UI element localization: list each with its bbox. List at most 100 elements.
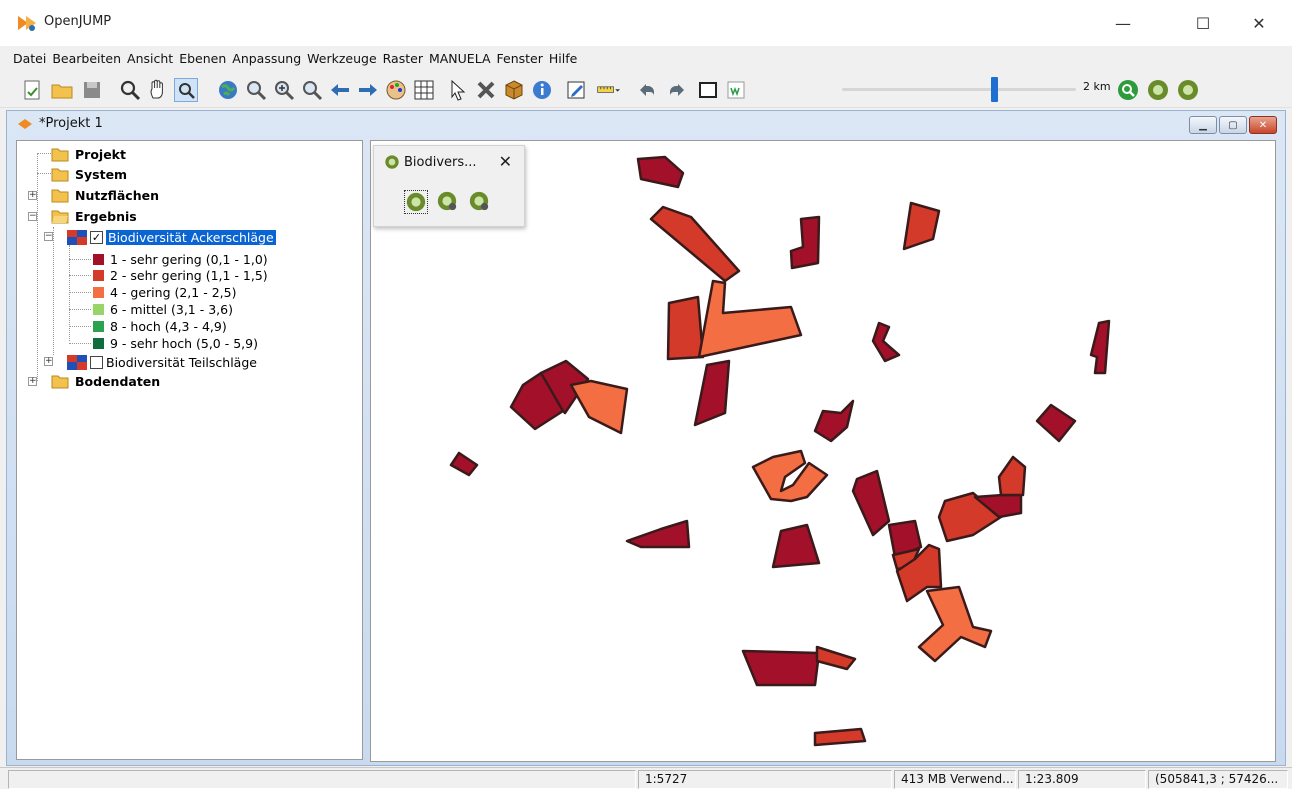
legend-swatch [93,303,104,315]
menu-ansicht[interactable]: Ansicht [124,51,176,66]
undo-icon[interactable] [636,78,660,102]
zoom-slider-track[interactable] [842,88,1076,91]
open-folder-icon[interactable] [50,78,74,102]
minimize-button[interactable]: — [1100,8,1146,38]
expand-toggle[interactable]: + [28,191,37,200]
layer-biodiversitaet-ackerschlaege[interactable]: ✓ Biodiversität Ackerschläge [67,228,276,246]
menu-anpassung[interactable]: Anpassung [229,51,304,66]
biodiversity-export-button[interactable] [468,190,492,214]
menu-bar: Datei Bearbeiten Ansicht Ebenen Anpassun… [0,46,1292,70]
field-polygon [649,205,741,283]
arrow-right-icon[interactable] [356,78,380,102]
zoom-extent-icon[interactable] [244,78,268,102]
status-bar: 1:5727 413 MB Verwend... 1:23.809 (50584… [0,767,1292,789]
field-polygon [751,449,829,503]
legend-item: 8 - hoch (4,3 - 4,9) [93,317,227,335]
field-polygon [813,399,855,443]
info-icon[interactable] [530,78,554,102]
biodiversity-toolbar-popup: Biodivers... ✕ [373,145,525,227]
arrow-left-icon[interactable] [328,78,352,102]
redo-icon[interactable] [664,78,688,102]
legend-swatch [93,320,104,332]
popup-title: Biodivers... [404,155,477,170]
search-green-icon[interactable] [1116,78,1140,102]
collapse-toggle[interactable]: − [44,232,53,241]
field-polygon [771,523,821,569]
map-view[interactable] [370,140,1276,762]
zoom-icon[interactable] [118,78,142,102]
layer-biodiversitaet-teilschlaege[interactable]: Biodiversität Teilschläge [67,353,257,371]
title-bar: OpenJUMP — ☐ ✕ [0,0,1292,46]
globe-icon[interactable] [216,78,240,102]
frame-restore-button[interactable]: ▢ [1219,116,1247,134]
zoom-slider-thumb[interactable] [990,77,998,102]
expand-toggle[interactable]: + [44,357,53,366]
tree-item-system[interactable]: System [51,165,127,183]
zoom-in-icon[interactable] [272,78,296,102]
field-polygon [449,451,479,477]
map-canvas[interactable] [371,141,1276,762]
menu-datei[interactable]: Datei [10,51,49,66]
status-message [8,770,636,789]
folder-icon [51,375,69,389]
wms-icon[interactable] [724,78,748,102]
palette-icon[interactable] [384,78,408,102]
popup-close-button[interactable]: ✕ [499,152,512,171]
folder-icon [51,189,69,203]
new-project-icon[interactable] [20,78,44,102]
biodiversity-calc-button[interactable] [404,190,428,214]
grid-icon[interactable] [412,78,436,102]
tree-item-ergebnis[interactable]: Ergebnis [51,207,137,225]
menu-werkzeuge[interactable]: Werkzeuge [304,51,380,66]
frame-icon[interactable] [696,78,720,102]
save-icon[interactable] [80,78,104,102]
biodiversity-2-icon[interactable] [1176,78,1200,102]
legend-swatch [93,269,104,281]
select-pointer-icon[interactable] [446,78,470,102]
maximize-button[interactable]: ☐ [1180,8,1226,38]
edit-icon[interactable] [564,78,588,102]
menu-ebenen[interactable]: Ebenen [176,51,229,66]
menu-bearbeiten[interactable]: Bearbeiten [49,51,124,66]
menu-raster[interactable]: Raster [380,51,426,66]
legend-item: 4 - gering (2,1 - 2,5) [93,283,236,301]
field-polygon [871,321,901,363]
biodiversity-icon [385,155,399,169]
pan-hand-icon[interactable] [146,78,170,102]
legend-item: 9 - sehr hoch (5,0 - 5,9) [93,334,258,352]
field-polygon [902,201,941,251]
field-polygon [789,215,821,270]
tree-item-bodendaten[interactable]: Bodendaten [51,372,160,390]
field-polygon [636,155,685,189]
frame-close-button[interactable]: ✕ [1249,116,1277,134]
field-polygon [569,379,629,435]
field-polygon [813,727,867,747]
frame-minimize-button[interactable]: ▁ [1189,116,1217,134]
status-coordinates: (505841,3 ; 57426... [1148,770,1288,789]
field-polygon [625,519,691,549]
collapse-toggle[interactable]: − [28,212,37,221]
measure-ruler-icon[interactable] [596,78,626,102]
menu-fenster[interactable]: Fenster [494,51,546,66]
biodiversity-settings-button[interactable] [436,190,460,214]
window-title: OpenJUMP [44,14,112,29]
zoom-to-selection-icon[interactable] [174,78,198,102]
zoom-previous-icon[interactable] [300,78,324,102]
close-window-button[interactable]: ✕ [1236,8,1282,38]
legend-item: 6 - mittel (3,1 - 3,6) [93,300,233,318]
box-icon[interactable] [502,78,526,102]
frame-buttons: ▁ ▢ ✕ [1189,116,1277,134]
biodiversity-icon[interactable] [1146,78,1170,102]
tree-item-projekt[interactable]: Projekt [51,145,126,163]
menu-manuela[interactable]: MANUELA [426,51,494,66]
layer-style-icon [67,354,87,370]
field-polygon [917,585,993,663]
folder-icon [51,168,69,182]
layer-visibility-checkbox[interactable]: ✓ [90,230,103,244]
tree-item-nutzflaechen[interactable]: Nutzflächen [51,186,159,204]
layer-visibility-checkbox[interactable] [90,355,103,369]
delete-feature-icon[interactable] [474,78,498,102]
project-icon [18,118,32,129]
expand-toggle[interactable]: + [28,377,37,386]
menu-hilfe[interactable]: Hilfe [546,51,580,66]
